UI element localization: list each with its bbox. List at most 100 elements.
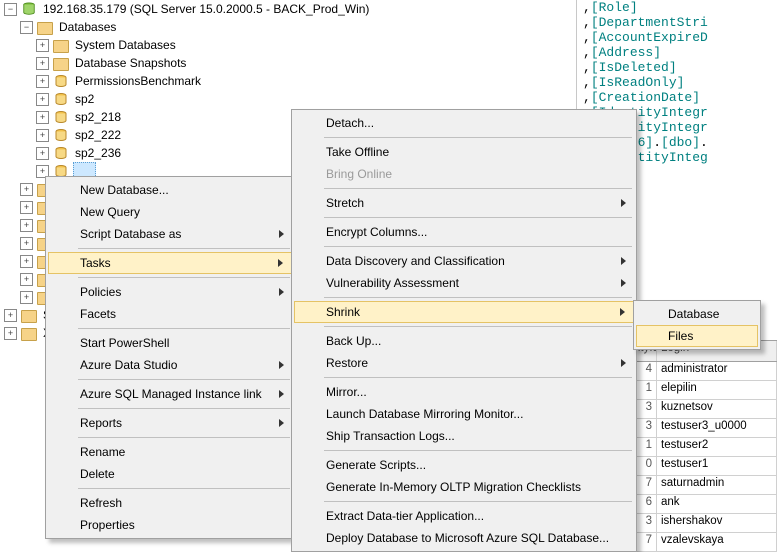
- menu-item-launch-database-mirroring-monitor[interactable]: Launch Database Mirroring Monitor...: [294, 403, 634, 425]
- menu-item-tasks[interactable]: Tasks: [48, 252, 292, 274]
- expand-icon[interactable]: +: [20, 255, 33, 268]
- menu-separator: [324, 217, 632, 218]
- menu-item-label: Start PowerShell: [80, 336, 169, 350]
- server-icon: [21, 1, 37, 17]
- folder-node[interactable]: +System Databases: [0, 36, 576, 54]
- server-label: 192.168.35.179 (SQL Server 15.0.2000.5 -…: [41, 1, 371, 17]
- menu-item-generate-scripts[interactable]: Generate Scripts...: [294, 454, 634, 476]
- menu-item-detach[interactable]: Detach...: [294, 112, 634, 134]
- expand-icon[interactable]: +: [20, 219, 33, 232]
- databases-folder[interactable]: − Databases: [0, 18, 576, 36]
- expand-icon[interactable]: +: [36, 57, 49, 70]
- cell: testuser1: [657, 457, 777, 475]
- table-row[interactable]: 3testuser3_u0000: [630, 419, 777, 438]
- menu-item-script-database-as[interactable]: Script Database as: [48, 223, 292, 245]
- menu-item-back-up[interactable]: Back Up...: [294, 330, 634, 352]
- server-node[interactable]: − 192.168.35.179 (SQL Server 15.0.2000.5…: [0, 0, 576, 18]
- menu-item-bring-online: Bring Online: [294, 163, 634, 185]
- node-label: PermissionsBenchmark: [73, 73, 203, 89]
- submenu-arrow-icon: [621, 257, 626, 265]
- table-row[interactable]: 7vzalevskaya: [630, 533, 777, 552]
- tasks-submenu[interactable]: Detach... Take OfflineBring Online Stretch…: [291, 109, 637, 552]
- menu-item-new-query[interactable]: New Query: [48, 201, 292, 223]
- cell: ank: [657, 495, 777, 513]
- menu-item-policies[interactable]: Policies: [48, 281, 292, 303]
- submenu-arrow-icon: [621, 359, 626, 367]
- results-grid[interactable]: ntyId Login 4administrator1elepilin3kuzn…: [630, 340, 777, 552]
- menu-item-azure-sql-managed-instance-link[interactable]: Azure SQL Managed Instance link: [48, 383, 292, 405]
- menu-item-ship-transaction-logs[interactable]: Ship Transaction Logs...: [294, 425, 634, 447]
- menu-item-facets[interactable]: Facets: [48, 303, 292, 325]
- menu-item-label: Stretch: [326, 196, 364, 210]
- folder-label: Databases: [57, 19, 118, 35]
- menu-item-azure-data-studio[interactable]: Azure Data Studio: [48, 354, 292, 376]
- menu-item-rename[interactable]: Rename: [48, 441, 292, 463]
- menu-item-new-database[interactable]: New Database...: [48, 179, 292, 201]
- menu-item-generate-in-memory-oltp-migration-checklists[interactable]: Generate In-Memory OLTP Migration Checkl…: [294, 476, 634, 498]
- expand-icon[interactable]: +: [36, 75, 49, 88]
- menu-item-take-offline[interactable]: Take Offline: [294, 141, 634, 163]
- menu-item-label: Vulnerability Assessment: [326, 276, 459, 290]
- expand-icon[interactable]: +: [36, 111, 49, 124]
- expand-icon[interactable]: +: [36, 129, 49, 142]
- menu-item-reports[interactable]: Reports: [48, 412, 292, 434]
- table-row[interactable]: 7saturnadmin: [630, 476, 777, 495]
- cell: kuznetsov: [657, 400, 777, 418]
- menu-item-label: Reports: [80, 416, 122, 430]
- editor-line: ,[AccountExpireD: [583, 30, 777, 45]
- database-icon: [53, 73, 69, 89]
- menu-item-data-discovery-and-classification[interactable]: Data Discovery and Classification: [294, 250, 634, 272]
- expand-icon[interactable]: +: [4, 327, 17, 340]
- expand-icon[interactable]: +: [20, 183, 33, 196]
- table-row[interactable]: 1elepilin: [630, 381, 777, 400]
- menu-item-files[interactable]: Files: [636, 325, 758, 347]
- menu-item-shrink[interactable]: Shrink: [294, 301, 634, 323]
- submenu-arrow-icon: [279, 390, 284, 398]
- menu-separator: [324, 246, 632, 247]
- menu-separator: [324, 297, 632, 298]
- menu-item-label: Deploy Database to Microsoft Azure SQL D…: [326, 531, 609, 545]
- table-row[interactable]: 1testuser2: [630, 438, 777, 457]
- menu-item-refresh[interactable]: Refresh: [48, 492, 292, 514]
- menu-item-label: Detach...: [326, 116, 374, 130]
- expand-icon[interactable]: +: [4, 309, 17, 322]
- submenu-arrow-icon: [620, 308, 625, 316]
- collapse-icon[interactable]: −: [20, 21, 33, 34]
- database-icon: [53, 127, 69, 143]
- table-row[interactable]: 6ank: [630, 495, 777, 514]
- expand-icon[interactable]: +: [20, 237, 33, 250]
- menu-item-start-powershell[interactable]: Start PowerShell: [48, 332, 292, 354]
- menu-item-database[interactable]: Database: [636, 303, 758, 325]
- menu-separator: [78, 379, 290, 380]
- table-row[interactable]: 0testuser1: [630, 457, 777, 476]
- database-context-menu[interactable]: New Database...New QueryScript Database …: [45, 176, 295, 539]
- menu-item-stretch[interactable]: Stretch: [294, 192, 634, 214]
- collapse-icon[interactable]: −: [4, 3, 17, 16]
- table-row[interactable]: 4administrator: [630, 362, 777, 381]
- submenu-arrow-icon: [279, 419, 284, 427]
- editor-line: ,[IsReadOnly]: [583, 75, 777, 90]
- menu-item-encrypt-columns[interactable]: Encrypt Columns...: [294, 221, 634, 243]
- table-row[interactable]: 3kuznetsov: [630, 400, 777, 419]
- expand-icon[interactable]: +: [36, 93, 49, 106]
- editor-line: ,[Address]: [583, 45, 777, 60]
- menu-item-extract-data-tier-application[interactable]: Extract Data-tier Application...: [294, 505, 634, 527]
- expand-icon[interactable]: +: [36, 147, 49, 160]
- expand-icon[interactable]: +: [20, 291, 33, 304]
- menu-item-properties[interactable]: Properties: [48, 514, 292, 536]
- menu-item-vulnerability-assessment[interactable]: Vulnerability Assessment: [294, 272, 634, 294]
- expand-icon[interactable]: +: [36, 39, 49, 52]
- cell: administrator: [657, 362, 777, 380]
- menu-item-label: Rename: [80, 445, 125, 459]
- menu-item-delete[interactable]: Delete: [48, 463, 292, 485]
- menu-item-restore[interactable]: Restore: [294, 352, 634, 374]
- shrink-submenu[interactable]: DatabaseFiles: [633, 300, 761, 350]
- expand-icon[interactable]: +: [20, 273, 33, 286]
- database-node[interactable]: +sp2: [0, 90, 576, 108]
- menu-item-mirror[interactable]: Mirror...: [294, 381, 634, 403]
- table-row[interactable]: 3ishershakov: [630, 514, 777, 533]
- database-node[interactable]: + PermissionsBenchmark: [0, 72, 576, 90]
- expand-icon[interactable]: +: [20, 201, 33, 214]
- folder-node[interactable]: +Database Snapshots: [0, 54, 576, 72]
- menu-item-deploy-database-to-microsoft-azure-sql-database[interactable]: Deploy Database to Microsoft Azure SQL D…: [294, 527, 634, 549]
